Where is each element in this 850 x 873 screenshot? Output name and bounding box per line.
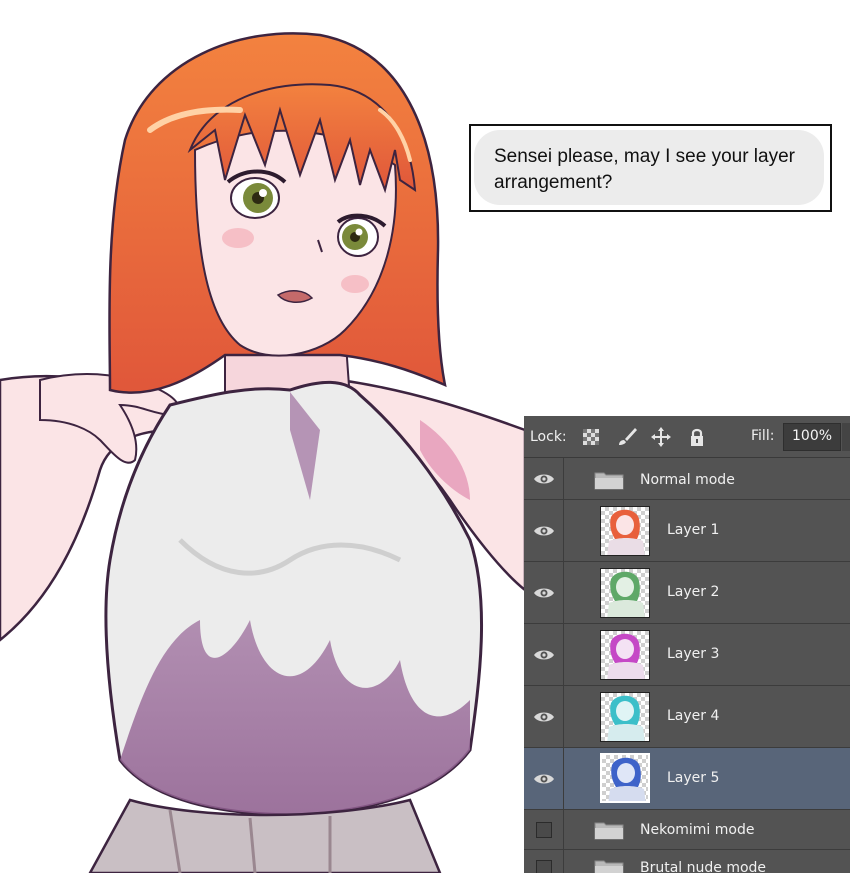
visibility-toggle[interactable]	[524, 562, 564, 623]
fill-dropdown-arrow[interactable]	[842, 423, 850, 451]
eye-icon	[534, 474, 554, 484]
layer-thumbnail	[600, 630, 650, 680]
fill-opacity-input[interactable]: 100%	[783, 423, 841, 451]
group-name: Brutal nude mode	[640, 860, 767, 873]
hidden-visibility-box	[536, 860, 552, 873]
visibility-toggle[interactable]	[524, 624, 564, 685]
layers-toolbar: Lock: Fill: 100%	[524, 416, 850, 458]
layer-name: Layer 2	[667, 584, 720, 600]
layer-row-2[interactable]: Layer 2	[524, 562, 850, 624]
eye-icon	[534, 774, 554, 784]
lock-label: Lock:	[530, 429, 567, 445]
folder-icon	[594, 822, 624, 840]
eye-icon	[534, 712, 554, 722]
lock-position-icon[interactable]	[650, 426, 672, 448]
visibility-toggle[interactable]	[524, 850, 564, 873]
layer-name: Layer 1	[667, 522, 720, 538]
visibility-toggle[interactable]	[524, 686, 564, 747]
layer-thumbnail	[600, 692, 650, 742]
layer-name: Layer 4	[667, 708, 720, 724]
visibility-toggle[interactable]	[524, 458, 564, 499]
layer-thumbnail	[600, 568, 650, 618]
layer-row-1[interactable]: Layer 1	[524, 500, 850, 562]
folder-icon	[594, 860, 624, 873]
eye-icon	[534, 650, 554, 660]
hidden-visibility-box	[536, 822, 552, 838]
layer-name: Layer 5	[667, 770, 720, 786]
group-name: Nekomimi mode	[640, 822, 755, 838]
group-name: Normal mode	[640, 472, 735, 488]
layer-thumbnail	[600, 753, 650, 803]
folder-icon	[594, 472, 624, 490]
layer-row-3[interactable]: Layer 3	[524, 624, 850, 686]
layer-group-nekomimi-mode[interactable]: Nekomimi mode	[524, 810, 850, 850]
layers-panel: Lock: Fill: 100% Normal mode Layer 1 Lay…	[524, 416, 850, 873]
layer-name: Layer 3	[667, 646, 720, 662]
layer-row-5[interactable]: Layer 5	[524, 748, 850, 810]
lock-transparent-pixels-icon[interactable]	[580, 426, 602, 448]
layer-group-brutal-nude-mode[interactable]: Brutal nude mode	[524, 850, 850, 873]
layer-group-normal-mode[interactable]: Normal mode	[524, 458, 850, 500]
lock-all-icon[interactable]	[686, 426, 708, 448]
layer-row-4[interactable]: Layer 4	[524, 686, 850, 748]
fill-label: Fill:	[751, 428, 775, 444]
speech-bubble-text: Sensei please, may I see your layer arra…	[474, 130, 824, 205]
visibility-toggle[interactable]	[524, 810, 564, 849]
eye-icon	[534, 526, 554, 536]
visibility-toggle[interactable]	[524, 748, 564, 809]
visibility-toggle[interactable]	[524, 500, 564, 561]
lock-image-pixels-icon[interactable]	[616, 426, 638, 448]
layer-thumbnail	[600, 506, 650, 556]
eye-icon	[534, 588, 554, 598]
